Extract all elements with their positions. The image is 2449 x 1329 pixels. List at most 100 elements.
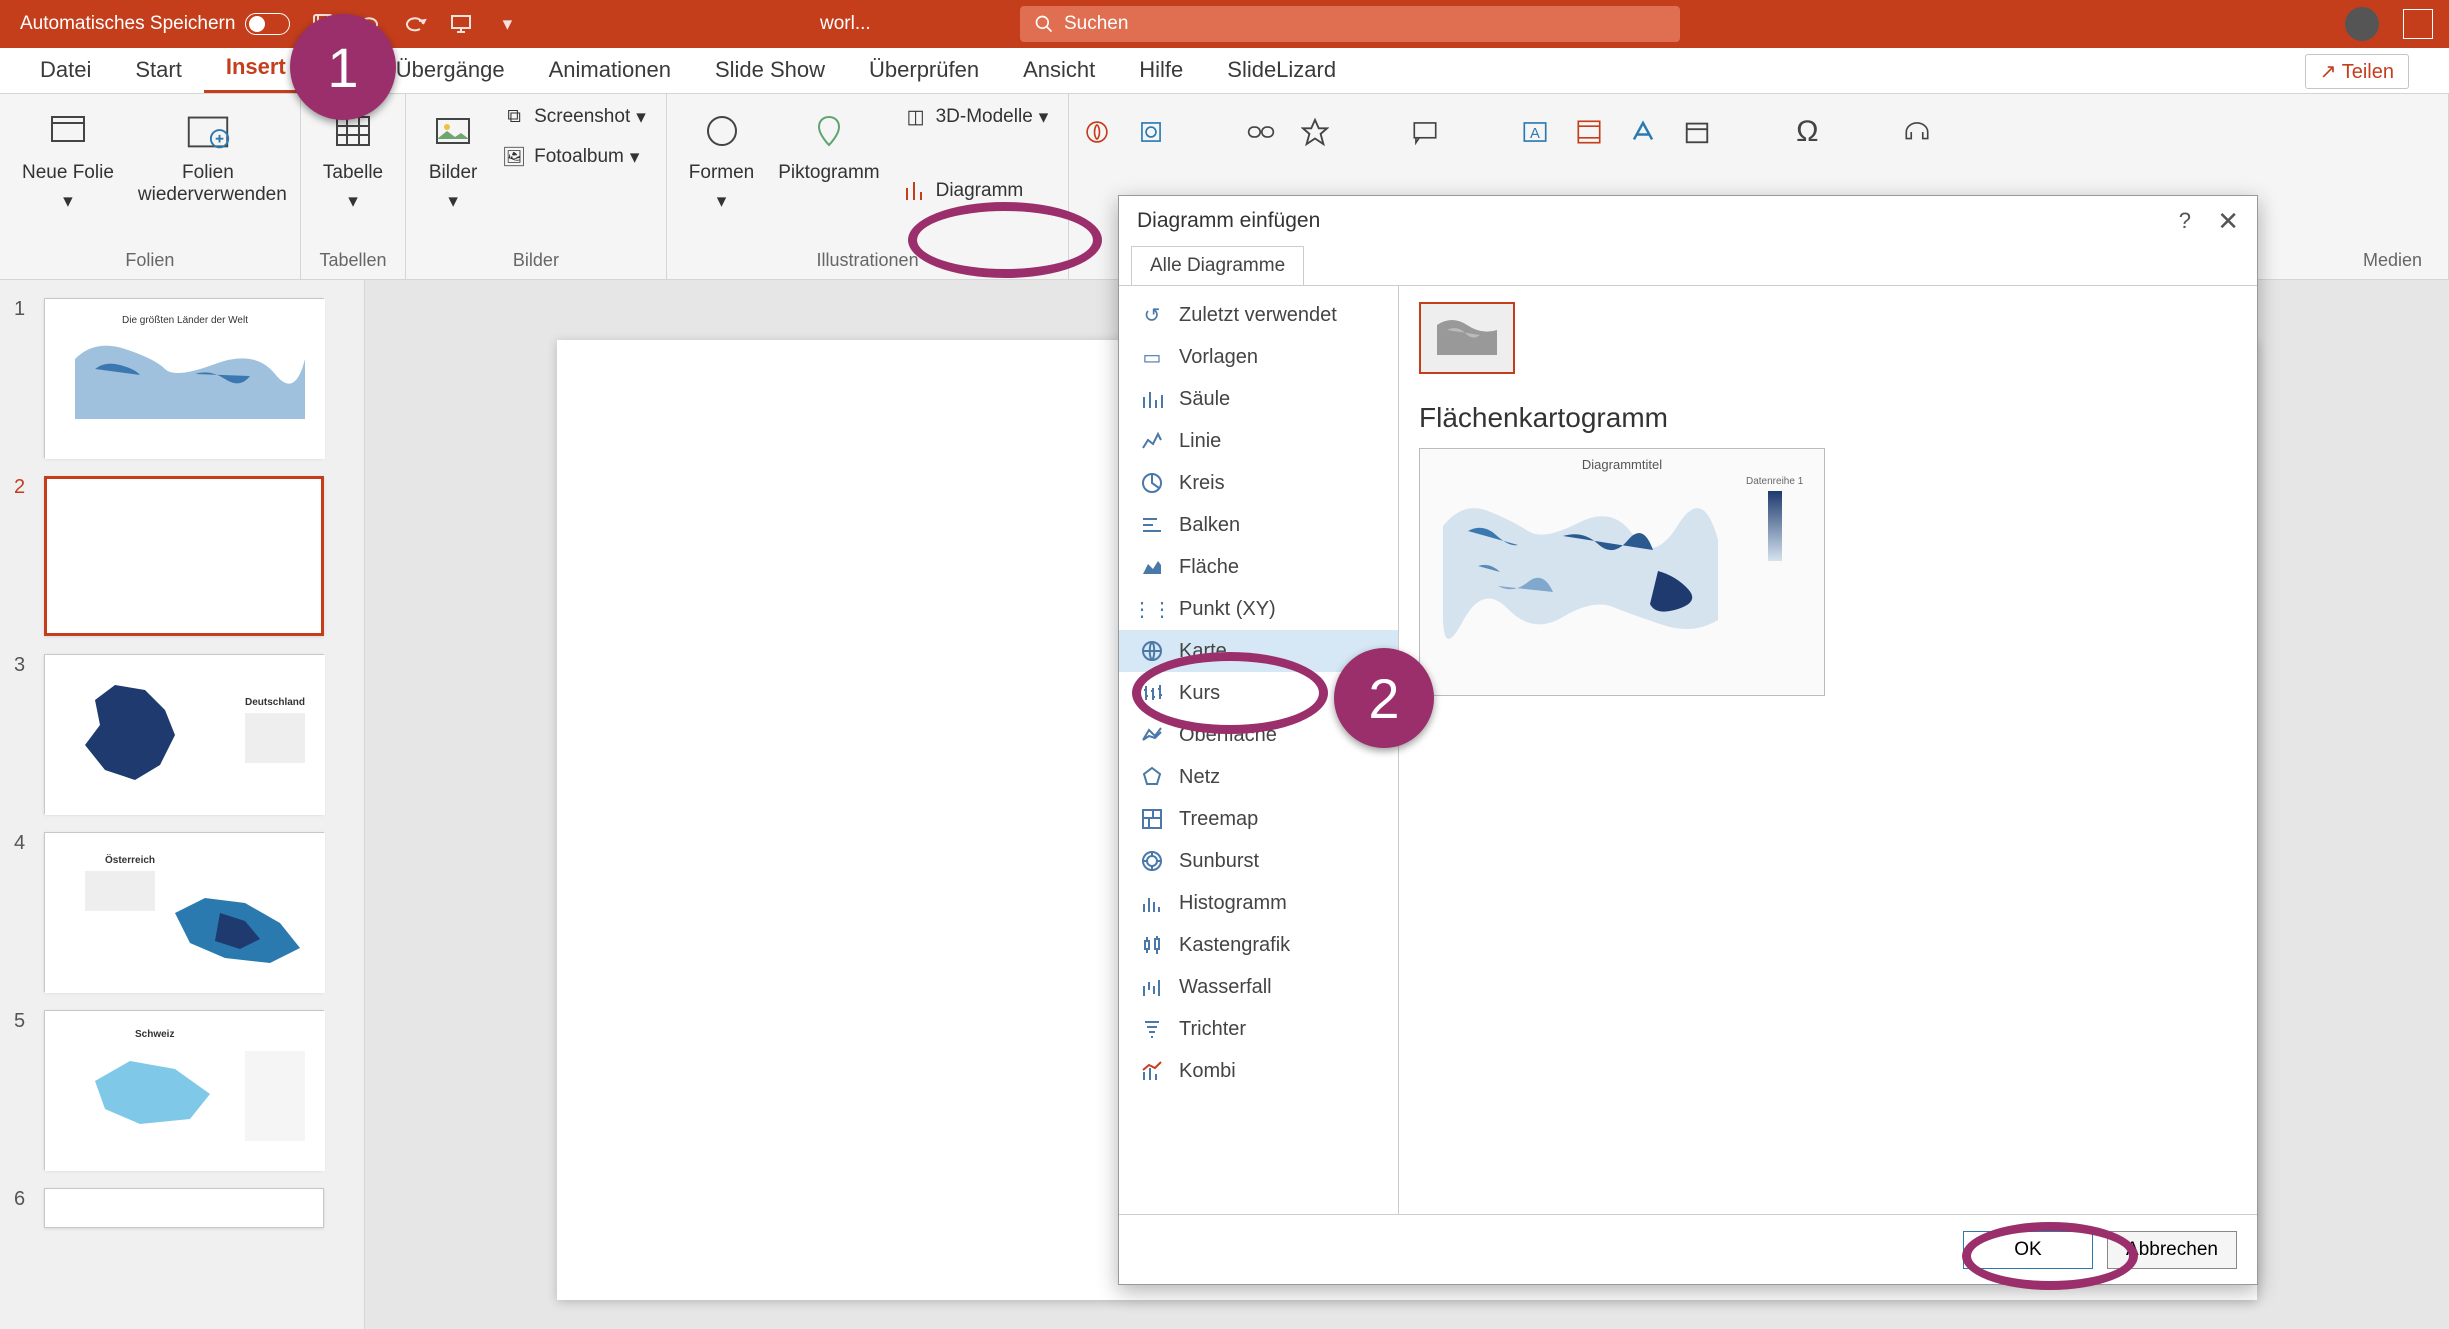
screenshot-button[interactable]: ⧉Screenshot ▾: [494, 100, 652, 134]
tab-hilfe[interactable]: Hilfe: [1117, 47, 1205, 93]
slide-thumb-5[interactable]: 5Schweiz: [14, 1010, 350, 1170]
slide-thumb-6[interactable]: 6: [14, 1188, 350, 1228]
charttype-wasserfall[interactable]: Wasserfall: [1119, 966, 1398, 1008]
scatter-icon: ⋮⋮: [1139, 596, 1165, 622]
charttype-saeule[interactable]: Säule: [1119, 378, 1398, 420]
radar-icon: [1139, 764, 1165, 790]
charttype-punkt[interactable]: ⋮⋮Punkt (XY): [1119, 588, 1398, 630]
document-name[interactable]: worl...: [820, 13, 871, 35]
chart-preview: Diagrammtitel Datenreihe 1: [1419, 448, 1825, 696]
redo-icon[interactable]: [402, 11, 428, 37]
sunburst-icon: [1139, 848, 1165, 874]
tab-animationen[interactable]: Animationen: [527, 47, 693, 93]
date-icon[interactable]: [1683, 118, 1711, 146]
reuse-slides-button[interactable]: Folien wiederverwenden: [130, 100, 286, 212]
slideshow-icon[interactable]: [448, 11, 474, 37]
surface-icon: [1139, 722, 1165, 748]
screenshot-icon: ⧉: [500, 103, 528, 131]
autosave-toggle-group: Automatisches Speichern: [20, 13, 290, 35]
tab-ueberpruefen[interactable]: Überprüfen: [847, 47, 1001, 93]
shapes-button[interactable]: Formen▾: [681, 100, 762, 219]
insert-chart-dialog: Diagramm einfügen ? ✕ Alle Diagramme ↺Zu…: [1118, 195, 2258, 1285]
search-bar[interactable]: Suchen: [1020, 6, 1680, 42]
charttype-linie[interactable]: Linie: [1119, 420, 1398, 462]
column-icon: [1139, 386, 1165, 412]
charttype-sunburst[interactable]: Sunburst: [1119, 840, 1398, 882]
charttype-kreis[interactable]: Kreis: [1119, 462, 1398, 504]
group-tabellen: Tabelle▾ Tabellen: [301, 94, 406, 279]
map-preview-svg: [1428, 476, 1738, 656]
chart-subtype-thumb[interactable]: [1419, 302, 1515, 374]
group-bilder: Bilder▾ ⧉Screenshot ▾ 🖼Fotoalbum ▾ Bilde…: [406, 94, 667, 279]
textbox-icon[interactable]: A: [1521, 118, 1549, 146]
user-avatar[interactable]: [2345, 7, 2379, 41]
annotation-2: 2: [1334, 648, 1434, 748]
wordart-icon[interactable]: [1629, 118, 1657, 146]
new-slide-icon: [43, 106, 93, 156]
funnel-icon: [1139, 1016, 1165, 1042]
slide-panel[interactable]: 1Die größten Länder der Welt 2 3Deutschl…: [0, 280, 365, 1329]
charttype-histogramm[interactable]: Histogramm: [1119, 882, 1398, 924]
group-label-bilder: Bilder: [420, 246, 652, 279]
slide-thumb-4[interactable]: 4Österreich: [14, 832, 350, 992]
chart-preview-area: Flächenkartogramm Diagrammtitel Datenrei…: [1399, 286, 2257, 1214]
slide-thumb-1[interactable]: 1Die größten Länder der Welt: [14, 298, 350, 458]
autosave-label: Automatisches Speichern: [20, 13, 235, 35]
fotoalbum-button[interactable]: 🖼Fotoalbum ▾: [494, 140, 652, 174]
recent-icon: ↺: [1139, 302, 1165, 328]
svg-text:Deutschland: Deutschland: [245, 697, 305, 708]
media-icon[interactable]: [1903, 118, 1931, 146]
piktogramm-icon: [804, 106, 854, 156]
tab-slideshow[interactable]: Slide Show: [693, 47, 847, 93]
header-footer-icon[interactable]: [1575, 118, 1603, 146]
tab-uebergaenge[interactable]: Übergänge: [374, 47, 527, 93]
new-slide-button[interactable]: Neue Folie▾: [14, 100, 122, 219]
zoom-icon[interactable]: [1137, 118, 1165, 146]
photo-album-icon: 🖼: [500, 143, 528, 171]
annotation-1: 1: [290, 14, 396, 120]
dialog-close-icon[interactable]: ✕: [2217, 206, 2239, 237]
autosave-toggle[interactable]: [245, 13, 290, 35]
chart-preview-heading: Flächenkartogramm: [1419, 402, 2237, 434]
charttype-kastengrafik[interactable]: Kastengrafik: [1119, 924, 1398, 966]
addin-icon[interactable]: [1083, 118, 1111, 146]
share-button[interactable]: ↗ Teilen: [2305, 54, 2409, 89]
tab-ansicht[interactable]: Ansicht: [1001, 47, 1117, 93]
tab-slidelizard[interactable]: SlideLizard: [1205, 47, 1358, 93]
charttype-treemap[interactable]: Treemap: [1119, 798, 1398, 840]
qat-more-icon[interactable]: ▾: [494, 11, 520, 37]
bar-icon: [1139, 512, 1165, 538]
annotation-oval-karte: [1132, 652, 1328, 734]
shapes-icon: [697, 106, 747, 156]
tab-datei[interactable]: Datei: [18, 47, 113, 93]
svg-text:Österreich: Österreich: [105, 853, 155, 866]
boxplot-icon: [1139, 932, 1165, 958]
dialog-help-icon[interactable]: ?: [2179, 208, 2191, 234]
charttype-trichter[interactable]: Trichter: [1119, 1008, 1398, 1050]
charttype-balken[interactable]: Balken: [1119, 504, 1398, 546]
charttype-kombi[interactable]: Kombi: [1119, 1050, 1398, 1092]
charttype-vorlagen[interactable]: ▭Vorlagen: [1119, 336, 1398, 378]
symbol-icon[interactable]: Ω: [1793, 118, 1821, 146]
group-folien: Neue Folie▾ Folien wiederverwenden Folie…: [0, 94, 301, 279]
charttype-netz[interactable]: Netz: [1119, 756, 1398, 798]
dialog-tab-all[interactable]: Alle Diagramme: [1131, 246, 1304, 285]
comment-icon[interactable]: [1411, 118, 1439, 146]
link-icon[interactable]: [1247, 118, 1275, 146]
reuse-slides-icon: [183, 106, 233, 156]
slide-thumb-2[interactable]: 2: [14, 476, 350, 636]
pictures-icon: [428, 106, 478, 156]
area-icon: [1139, 554, 1165, 580]
chart-type-list: ↺Zuletzt verwendet ▭Vorlagen Säule Linie…: [1119, 286, 1399, 1214]
tab-start[interactable]: Start: [113, 47, 203, 93]
3d-models-button[interactable]: ◫3D-Modelle ▾: [896, 100, 1055, 134]
slide-thumb-3[interactable]: 3Deutschland: [14, 654, 350, 814]
ribbon-display-icon[interactable]: [2403, 9, 2433, 39]
piktogramm-button[interactable]: Piktogramm: [770, 100, 887, 190]
pictures-button[interactable]: Bilder▾: [420, 100, 486, 219]
combo-icon: [1139, 1058, 1165, 1084]
dialog-title: Diagramm einfügen: [1137, 209, 1320, 233]
action-icon[interactable]: [1301, 118, 1329, 146]
charttype-flaeche[interactable]: Fläche: [1119, 546, 1398, 588]
charttype-zuletzt[interactable]: ↺Zuletzt verwendet: [1119, 294, 1398, 336]
